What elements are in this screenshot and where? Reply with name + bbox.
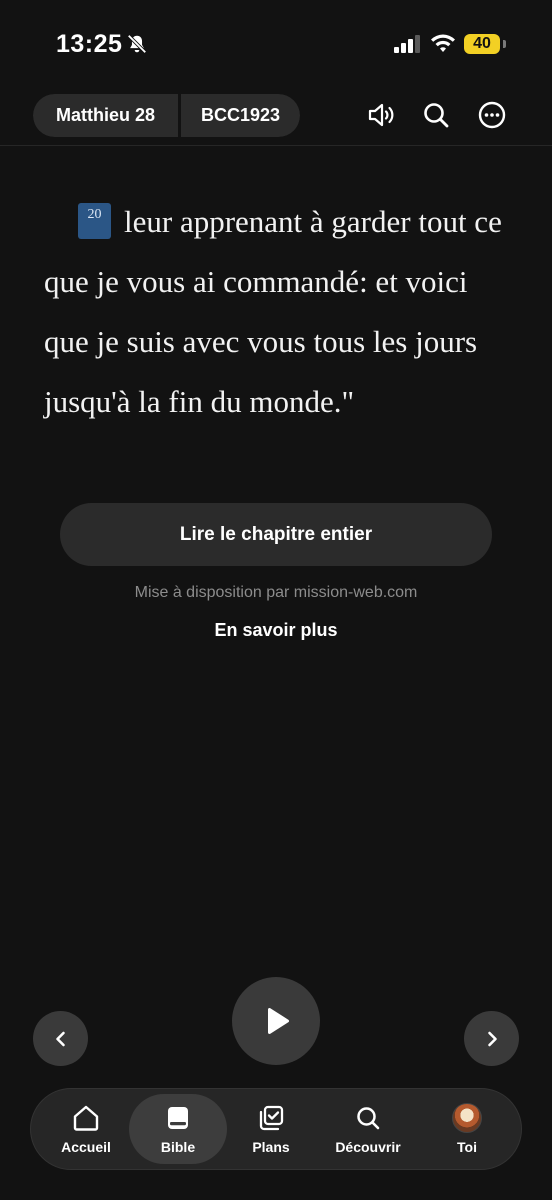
bell-muted-icon [127,34,147,54]
speaker-icon[interactable] [366,100,396,130]
next-chapter-button[interactable] [464,1011,519,1066]
play-icon [268,1007,290,1035]
bible-icon [168,1107,188,1129]
battery-level: 40 [464,34,500,54]
status-time: 13:25 [56,30,123,58]
verse-text-block[interactable]: 20 leur apprenant à garder tout ce que je… [44,192,512,432]
verse-text[interactable]: leur apprenant à garder tout ce que je v… [44,204,502,419]
search-icon[interactable] [421,100,451,130]
previous-chapter-button[interactable] [33,1011,88,1066]
book-chapter-button[interactable]: Matthieu 28 [33,94,178,137]
chevron-left-icon [55,1031,65,1046]
more-options-icon[interactable] [477,100,507,130]
plans-icon [259,1105,284,1131]
avatar [452,1103,482,1133]
home-icon [73,1105,99,1131]
play-audio-button[interactable] [232,977,320,1065]
tab-home-label: Accueil [61,1139,111,1155]
provided-by-text: Mise à disposition par mission-web.com [134,584,418,601]
reference-selector: Matthieu 28 BCC1923 [33,94,300,137]
cellular-signal-icon [394,35,420,53]
verse-number-badge[interactable]: 20 [78,203,111,239]
bottom-tab-bar: Accueil Bible Plans Découvrir Toi [30,1088,522,1170]
tab-profile-label: Toi [457,1139,477,1155]
version-button[interactable]: BCC1923 [181,94,300,137]
tab-bible[interactable]: Bible [129,1094,227,1164]
read-full-chapter-button[interactable]: Lire le chapitre entier [60,503,492,566]
search-icon [357,1107,380,1130]
tab-bible-label: Bible [160,1139,196,1155]
wifi-icon [431,34,455,52]
tab-plans[interactable]: Plans [222,1094,320,1164]
chevron-right-icon [487,1031,497,1046]
tab-home[interactable]: Accueil [37,1094,135,1164]
tab-discover[interactable]: Découvrir [319,1094,417,1164]
tab-profile[interactable]: Toi [418,1094,516,1164]
header-divider [0,145,552,146]
battery-tip [503,40,506,48]
tab-discover-label: Découvrir [335,1139,401,1155]
bible-reader-screen: 13:25 40 Matthieu 28 BCC1923 20 leur app… [0,0,552,1200]
learn-more-link[interactable]: En savoir plus [0,620,552,641]
tab-plans-label: Plans [252,1139,290,1155]
